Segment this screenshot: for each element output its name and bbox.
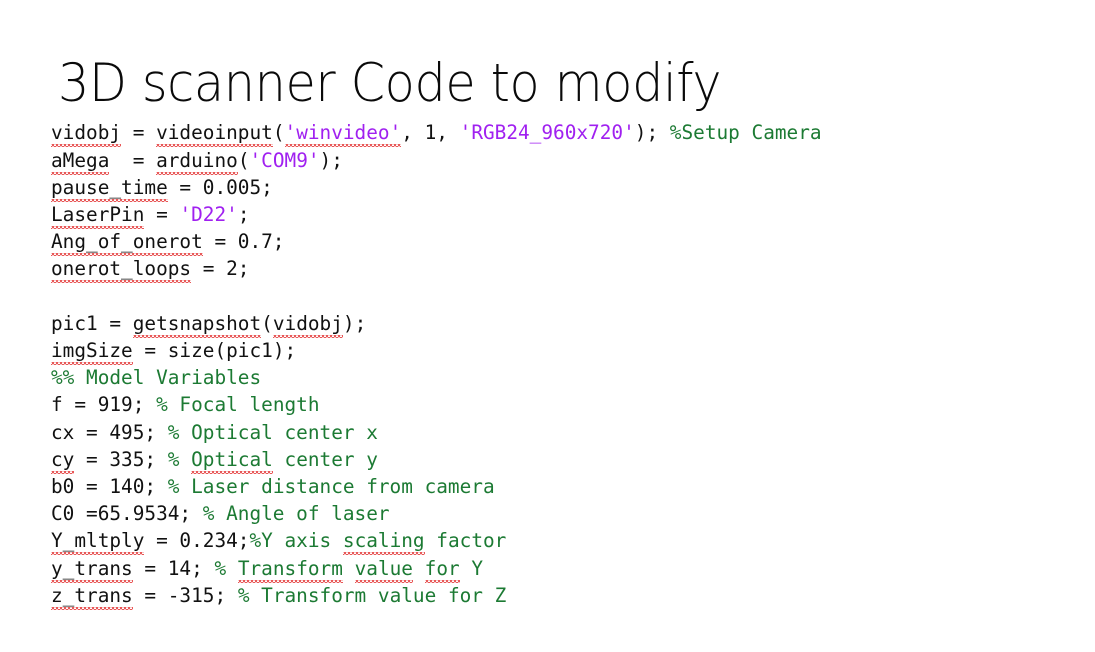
code-line: imgSize = size(pic1); <box>51 337 1071 364</box>
code-token: ; <box>237 203 250 226</box>
code-line: vidobj = videoinput('winvideo', 1, 'RGB2… <box>51 119 1071 146</box>
code-line: b0 = 140; % Laser distance from camera <box>51 473 1071 500</box>
code-token: % Focal length <box>156 393 320 417</box>
code-token: = 0.234; <box>144 529 250 553</box>
code-token: = 335; <box>74 447 168 471</box>
code-block[interactable]: vidobj = videoinput('winvideo', 1, 'RGB2… <box>51 119 1071 609</box>
code-token: ( <box>261 311 273 335</box>
code-token: = <box>121 121 157 145</box>
slide-canvas: 3D scanner Code to modify vidobj = video… <box>0 0 1095 652</box>
code-line: onerot_loops = 2; <box>51 255 1071 282</box>
code-token-misspelled: vidobj <box>272 311 343 338</box>
code-token: 'RGB24_960x720' <box>459 121 635 145</box>
code-token: %Setup Camera <box>669 121 822 145</box>
code-token: % Laser distance from camera <box>167 475 495 499</box>
code-line: Y_mltply = 0.234;%Y axis scaling factor <box>51 527 1071 554</box>
code-token: = size(pic1); <box>132 339 297 362</box>
code-line: cx = 495; % Optical center x <box>51 419 1071 446</box>
code-token: 'D22' <box>179 203 238 226</box>
code-line: f = 919; % Focal length <box>51 391 1071 418</box>
code-token: % Angle of laser <box>202 502 390 526</box>
code-token-misspelled: getsnapshot <box>132 311 262 338</box>
code-token: factor <box>424 529 507 553</box>
code-token: ( <box>272 121 285 145</box>
code-token-misspelled: aMega <box>51 148 110 175</box>
code-token: = 0.7; <box>202 230 285 254</box>
code-token: ); <box>342 311 367 335</box>
code-token-misspelled: y_trans <box>51 556 133 583</box>
code-token: %Y axis <box>249 529 343 553</box>
code-token: = <box>144 203 180 226</box>
code-line: cy = 335; % Optical center y <box>51 446 1071 473</box>
code-token: % Transform value for Z <box>237 583 507 607</box>
code-line: pic1 = getsnapshot(vidobj); <box>51 310 1071 337</box>
code-token: % Optical center x <box>167 420 378 444</box>
code-token-misspelled: arduino <box>156 148 238 175</box>
code-token: = <box>109 148 157 172</box>
code-token-misspelled: Y_mltply <box>51 529 145 555</box>
code-token-misspelled: pause_time <box>51 175 168 202</box>
code-token: f = 919; <box>51 393 157 417</box>
code-line: pause_time = 0.005; <box>51 174 1071 201</box>
code-token-misspelled: onerot_loops <box>51 257 192 283</box>
code-token: = 0.005; <box>167 175 273 199</box>
code-token-misspelled: Optical <box>191 447 273 474</box>
code-token-misspelled: LaserPin <box>51 203 145 229</box>
code-token: cx = 495; <box>51 420 168 444</box>
code-token: b0 = 140; <box>51 475 168 499</box>
code-token: , 1, <box>401 121 460 145</box>
code-line: C0 =65.9534; % Angle of laser <box>51 500 1071 527</box>
code-token: Y <box>459 556 484 580</box>
code-token-misspelled: cy <box>51 447 75 474</box>
code-token: = 2; <box>191 257 250 281</box>
code-line: LaserPin = 'D22'; <box>51 201 1071 228</box>
code-line: z_trans = -315; % Transform value for Z <box>51 582 1071 609</box>
code-token: % <box>167 447 192 471</box>
code-token: %% Model Variables <box>51 366 262 390</box>
code-token-misspelled: vidobj <box>51 121 122 147</box>
code-token: ); <box>634 121 670 145</box>
code-line: aMega = arduino('COM9'); <box>51 147 1071 174</box>
code-token: ( <box>237 148 250 172</box>
code-token: center y <box>272 447 378 471</box>
code-token-misspelled: 'winvideo' <box>284 121 402 147</box>
code-token: 'COM9' <box>249 148 320 172</box>
code-token: = -315; <box>132 583 238 607</box>
code-line: %% Model Variables <box>51 364 1071 391</box>
code-token: pic1 = <box>51 311 133 335</box>
code-token: = 14; <box>132 556 215 580</box>
code-token: ); <box>319 148 343 172</box>
code-token: % <box>214 556 238 580</box>
code-line: y_trans = 14; % Transform value for Y <box>51 555 1071 582</box>
code-token-misspelled: videoinput <box>156 121 273 147</box>
code-line: Ang_of_onerot = 0.7; <box>51 228 1071 255</box>
code-token-misspelled: Ang_of_onerot <box>51 230 203 256</box>
code-token: C0 =65.9534; <box>51 502 203 526</box>
code-token-misspelled: Transform <box>237 556 343 583</box>
page-title: 3D scanner Code to modify <box>58 52 722 114</box>
code-token-misspelled: value <box>354 556 413 583</box>
code-token-misspelled: scaling <box>342 529 425 555</box>
code-token-misspelled: imgSize <box>51 339 133 365</box>
code-token-misspelled: for <box>424 556 460 583</box>
code-token-misspelled: z_trans <box>51 583 133 610</box>
